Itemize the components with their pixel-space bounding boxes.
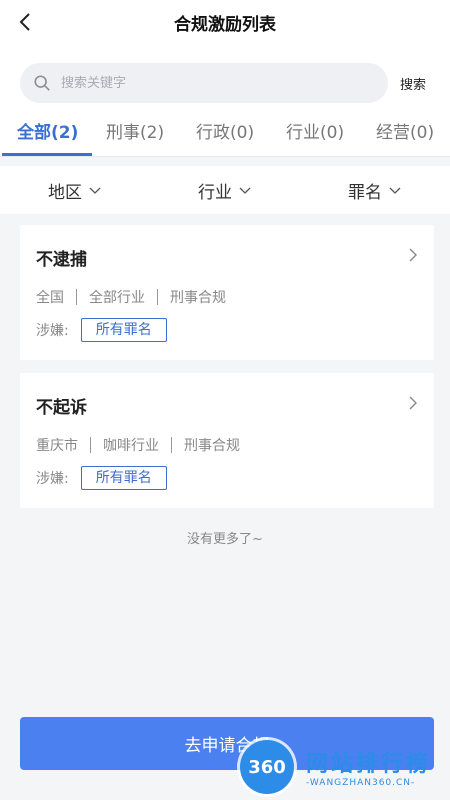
filter-crime-label: 罪名 (348, 183, 382, 203)
tag-region: 重庆市 (36, 438, 78, 454)
page-title: 合规激励列表 (174, 14, 276, 35)
crime-chip: 所有罪名 (80, 466, 167, 490)
list-item[interactable]: 不逮捕 全国 全部行业 刑事合规 涉嫌: 所有罪名 (20, 225, 434, 360)
header-bar: 合规激励列表 (0, 0, 450, 44)
watermark-subtext: -WANGZHAN360.CN- (306, 778, 416, 788)
tab-criminal[interactable]: 刑事(2) (106, 118, 164, 143)
tag-divider (171, 437, 172, 453)
card-title: 不起诉 (36, 398, 87, 418)
crime-chip: 所有罪名 (80, 318, 167, 342)
card-tags: 全国 全部行业 刑事合规 (36, 287, 226, 307)
active-tab-indicator (2, 153, 92, 156)
tab-business[interactable]: 经营(0) (376, 118, 434, 143)
chevron-down-icon (389, 187, 401, 194)
chevron-right-icon (409, 248, 417, 262)
tag-divider (90, 437, 91, 453)
chevron-right-icon (409, 396, 417, 410)
tab-administrative[interactable]: 行政(0) (196, 118, 254, 143)
category-tabs: 全部(2) 刑事(2) 行政(0) 行业(0) 经营(0) (0, 110, 450, 157)
chevron-down-icon (89, 187, 101, 194)
tab-industry[interactable]: 行业(0) (286, 118, 344, 143)
filter-crime[interactable]: 罪名 (348, 178, 401, 203)
search-box[interactable] (20, 63, 388, 103)
list-item[interactable]: 不起诉 重庆市 咖啡行业 刑事合规 涉嫌: 所有罪名 (20, 373, 434, 508)
list-end-text: 没有更多了~ (187, 532, 263, 547)
crime-row: 涉嫌: 所有罪名 (36, 466, 167, 490)
tag-divider (76, 289, 77, 305)
search-area: 搜索 (0, 44, 450, 110)
crime-row: 涉嫌: 所有罪名 (36, 318, 167, 342)
search-input[interactable] (59, 74, 353, 92)
filter-industry[interactable]: 行业 (198, 178, 251, 203)
filter-region[interactable]: 地区 (48, 178, 101, 203)
search-icon (34, 75, 50, 91)
card-title: 不逮捕 (36, 250, 87, 270)
apply-compliance-button[interactable]: 去申请合规 (20, 717, 434, 770)
tab-all[interactable]: 全部(2) (17, 118, 78, 143)
tag-region: 全国 (36, 290, 64, 306)
crime-label: 涉嫌: (36, 323, 69, 339)
tag-type: 刑事合规 (184, 438, 240, 454)
card-tags: 重庆市 咖啡行业 刑事合规 (36, 435, 240, 455)
filter-region-label: 地区 (48, 183, 82, 203)
tag-type: 刑事合规 (170, 290, 226, 306)
search-button[interactable]: 搜索 (400, 74, 426, 93)
tag-industry: 全部行业 (89, 290, 145, 306)
apply-button-label: 去申请合规 (184, 736, 270, 756)
chevron-down-icon (239, 187, 251, 194)
chevron-left-icon[interactable] (14, 10, 38, 34)
tag-divider (157, 289, 158, 305)
tag-industry: 咖啡行业 (103, 438, 159, 454)
filter-industry-label: 行业 (198, 183, 232, 203)
crime-label: 涉嫌: (36, 471, 69, 487)
filter-bar: 地区 行业 罪名 (0, 166, 450, 214)
